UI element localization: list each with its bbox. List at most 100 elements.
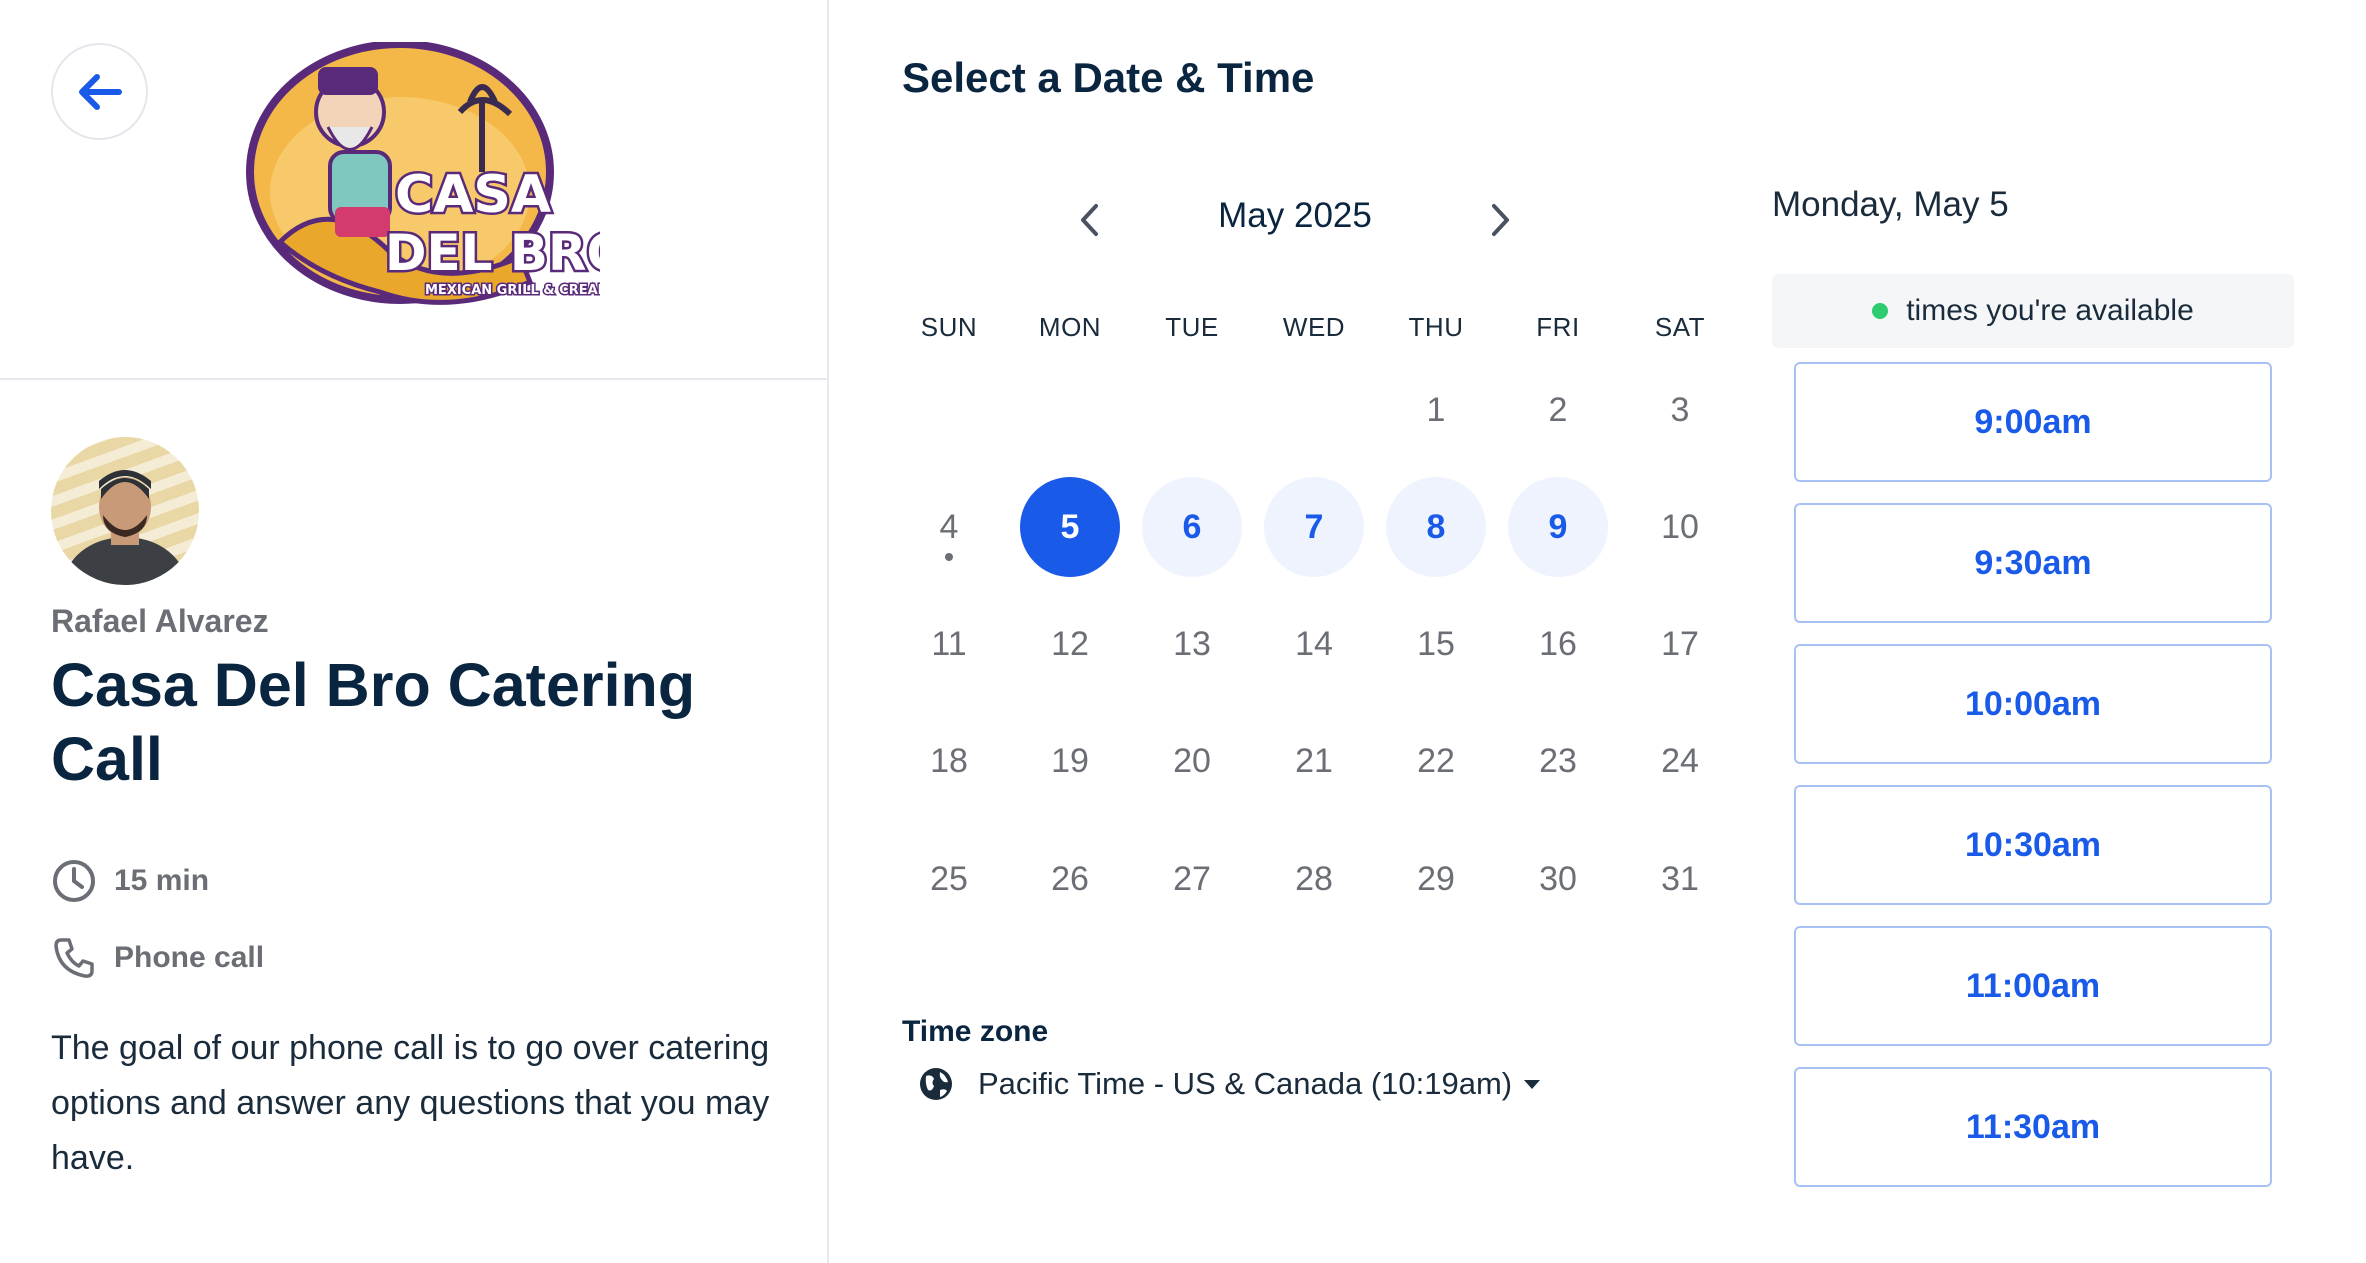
month-label: May 2025 xyxy=(1218,196,1372,235)
day-number: 15 xyxy=(1417,624,1455,663)
calendar-day: 17 xyxy=(1630,594,1730,694)
page-title: Select a Date & Time xyxy=(902,54,1315,101)
event-description: The goal of our phone call is to go over… xyxy=(51,1029,770,1177)
casa-del-bro-logo: CASA DEL BRO MEXICAN GRILL & CREAMERY xyxy=(220,40,640,322)
weekday-label: THU xyxy=(1408,312,1464,342)
day-number: 17 xyxy=(1661,624,1699,663)
calendar-day[interactable]: 8 xyxy=(1386,477,1486,577)
calendar-day: 29 xyxy=(1386,829,1486,929)
timezone-select[interactable]: Pacific Time - US & Canada (10:19am) xyxy=(918,1066,1542,1102)
calendar-day[interactable]: 6 xyxy=(1142,477,1242,577)
availability-legend: times you're available xyxy=(1772,274,2294,348)
phone-icon xyxy=(51,935,97,981)
avatar xyxy=(51,437,199,585)
back-button[interactable] xyxy=(51,43,148,140)
time-slot-button[interactable]: 9:30am xyxy=(1794,503,2272,623)
calendar-day: 2 xyxy=(1508,360,1608,460)
calendar-day: 10 xyxy=(1630,477,1730,577)
time-slot-button[interactable]: 11:30am xyxy=(1794,1067,2272,1187)
weekday-label: WED xyxy=(1282,312,1346,342)
host-name: Rafael Alvarez xyxy=(51,603,269,639)
calendar-day: 24 xyxy=(1630,711,1730,811)
day-number: 21 xyxy=(1295,741,1333,780)
available-dot-icon xyxy=(1872,303,1889,319)
svg-text:MEXICAN GRILL & CREAMERY: MEXICAN GRILL & CREAMERY xyxy=(425,283,600,298)
day-number: 2 xyxy=(1548,390,1568,429)
legend-text: times you're available xyxy=(1906,294,2194,327)
chevron-right-icon xyxy=(1492,204,1509,236)
day-number: 8 xyxy=(1426,507,1446,546)
day-number: 9 xyxy=(1548,507,1568,546)
weekday-label: SAT xyxy=(1654,312,1706,342)
weekday-label: SUN xyxy=(920,312,978,342)
location-label: Phone call xyxy=(114,941,265,974)
globe-icon xyxy=(920,1068,952,1100)
calendar-day: 3 xyxy=(1630,360,1730,460)
calendar-day: 19 xyxy=(1020,711,1120,811)
day-number: 29 xyxy=(1417,859,1455,898)
today-indicator-dot xyxy=(945,553,953,561)
day-number: 10 xyxy=(1661,507,1699,546)
day-number: 3 xyxy=(1670,390,1690,429)
day-number: 23 xyxy=(1539,741,1577,780)
day-number: 24 xyxy=(1661,741,1699,780)
day-number: 28 xyxy=(1295,859,1333,898)
caret-down-icon xyxy=(1524,1080,1541,1089)
day-number: 7 xyxy=(1304,507,1324,546)
day-number: 19 xyxy=(1051,741,1089,780)
calendar-day[interactable]: 9 xyxy=(1508,477,1608,577)
calendar-day: 11 xyxy=(899,594,999,694)
calendar-day: 12 xyxy=(1020,594,1120,694)
calendar-day: 16 xyxy=(1508,594,1608,694)
day-number: 5 xyxy=(1060,507,1080,546)
calendar-day: 18 xyxy=(899,711,999,811)
timezone-label: Time zone xyxy=(902,1015,1049,1048)
header-divider xyxy=(0,378,829,380)
calendar-day: 1 xyxy=(1386,360,1486,460)
day-number: 1 xyxy=(1426,390,1446,429)
calendar-day: 14 xyxy=(1264,594,1364,694)
svg-text:DEL BRO: DEL BRO xyxy=(385,224,600,282)
calendar-day: 15 xyxy=(1386,594,1486,694)
calendar-day: 20 xyxy=(1142,711,1242,811)
day-number: 22 xyxy=(1417,741,1455,780)
weekday-label: TUE xyxy=(1165,312,1219,342)
day-number: 20 xyxy=(1173,741,1211,780)
day-number: 11 xyxy=(931,624,967,663)
day-number: 12 xyxy=(1051,624,1089,663)
month-navigation: May 2025 xyxy=(1060,190,1530,250)
duration-label: 15 min xyxy=(114,864,210,897)
calendar-day: 30 xyxy=(1508,829,1608,929)
day-number: 4 xyxy=(939,507,959,546)
timezone-value: Pacific Time - US & Canada (10:19am) xyxy=(978,1066,1513,1101)
calendar-day: 31 xyxy=(1630,829,1730,929)
weekday-label: FRI xyxy=(1536,312,1580,342)
time-slot-button[interactable]: 11:00am xyxy=(1794,926,2272,1046)
time-slot-button[interactable]: 10:30am xyxy=(1794,785,2272,905)
day-number: 14 xyxy=(1295,624,1333,663)
duration-row: 15 min xyxy=(51,858,209,904)
time-slot-button[interactable]: 10:00am xyxy=(1794,644,2272,764)
calendar-day[interactable]: 5 xyxy=(1020,477,1120,577)
location-row: Phone call xyxy=(51,935,264,981)
clock-icon xyxy=(51,858,97,904)
selected-date-label: Monday, May 5 xyxy=(1772,185,2009,224)
calendar-day: 26 xyxy=(1020,829,1120,929)
next-month-button[interactable] xyxy=(1480,200,1520,240)
day-number: 31 xyxy=(1661,859,1699,898)
day-number: 30 xyxy=(1539,859,1577,898)
calendar-day: 4 xyxy=(899,477,999,577)
calendar-day: 23 xyxy=(1508,711,1608,811)
calendar-day: 22 xyxy=(1386,711,1486,811)
time-slot-button[interactable]: 9:00am xyxy=(1794,362,2272,482)
calendar-day: 25 xyxy=(899,829,999,929)
calendar-day: 27 xyxy=(1142,829,1242,929)
day-number: 6 xyxy=(1182,507,1202,546)
calendar-day[interactable]: 7 xyxy=(1264,477,1364,577)
svg-text:CASA: CASA xyxy=(395,165,551,225)
arrow-left-icon xyxy=(78,73,122,110)
day-number: 27 xyxy=(1173,859,1211,898)
weekday-label: MON xyxy=(1038,312,1102,342)
day-number: 18 xyxy=(930,741,968,780)
event-title: Casa Del Bro Catering Call xyxy=(51,651,696,793)
